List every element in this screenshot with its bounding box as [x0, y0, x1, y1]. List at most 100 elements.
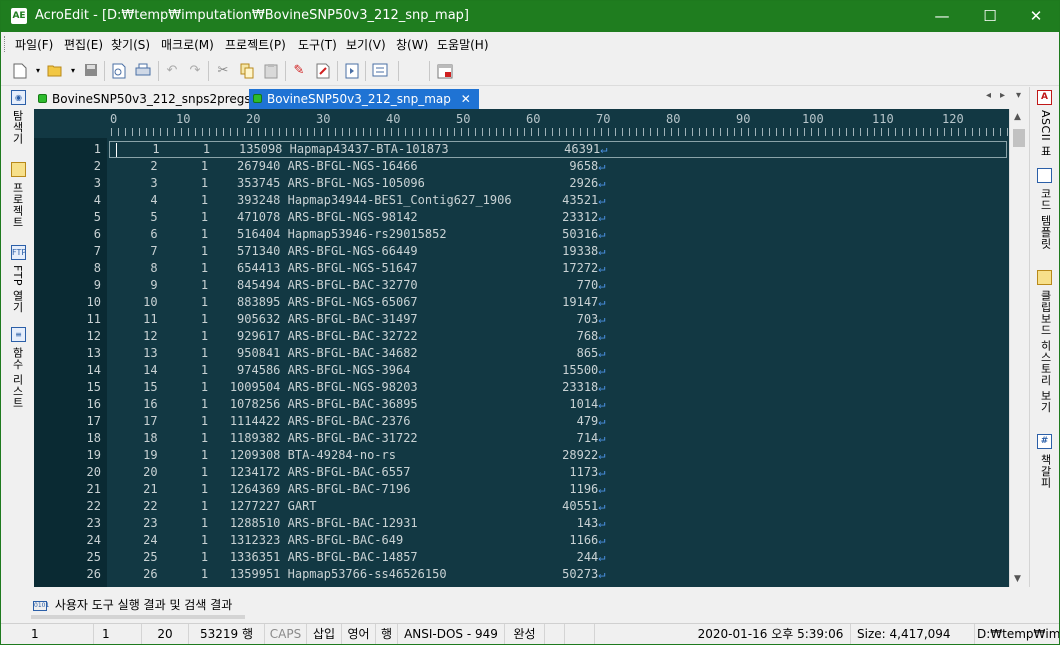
tab-snp-map[interactable]: BovineSNP50v3_212_snp_map ✕	[249, 89, 479, 109]
minimize-button[interactable]: —	[919, 1, 965, 32]
line-end-icon: ↵	[598, 380, 606, 394]
text-line[interactable]: 18 1 1189382 ARS-BFGL-BAC-31722 714↵	[107, 430, 1009, 447]
text-line[interactable]: 16 1 1078256 ARS-BFGL-BAC-36895 1014↵	[107, 396, 1009, 413]
scroll-down-icon[interactable]: ▼	[1014, 574, 1021, 584]
close-tab-icon[interactable]: ✕	[461, 89, 471, 109]
paste-icon[interactable]	[263, 63, 279, 79]
menu-file[interactable]: 파일(F)	[15, 36, 53, 53]
text-line[interactable]: 6 1 516404 Hapmap53946-rs29015852 50316↵	[107, 226, 1009, 243]
dropdown-icon[interactable]: ▾	[30, 63, 46, 79]
text-line[interactable]: 7 1 571340 ARS-BFGL-NGS-66449 19338↵	[107, 243, 1009, 260]
text-line[interactable]: 11 1 905632 ARS-BFGL-BAC-31497 703↵	[107, 311, 1009, 328]
right-side-panel: A ASCII 표 코드 템플릿 클립보드 히스토리 보기 # 책갈피	[1029, 87, 1059, 621]
undo-icon[interactable]: ↶	[164, 63, 180, 79]
text-line[interactable]: 12 1 929617 ARS-BFGL-BAC-32722 768↵	[107, 328, 1009, 345]
tab-label: BovineSNP50v3_212_snps2pregs	[52, 92, 251, 106]
status-position: 20	[142, 624, 189, 644]
toolbar-separator	[365, 61, 366, 81]
scroll-up-icon[interactable]: ▲	[1014, 112, 1021, 122]
title-bar[interactable]: AE AcroEdit - [D:₩temp₩imputation₩Bovine…	[1, 1, 1059, 32]
text-line[interactable]: 15 1 1009504 ARS-BFGL-NGS-98203 23318↵	[107, 379, 1009, 396]
output-tab[interactable]: 0101 사용자 도구 실행 결과 및 검색 결과	[33, 596, 232, 613]
text-line[interactable]: 3 1 353745 ARS-BFGL-NGS-105096 2926↵	[107, 175, 1009, 192]
line-end-icon: ↵	[598, 261, 606, 275]
maximize-button[interactable]: ☐	[967, 1, 1013, 32]
tab-prev-icon[interactable]: ◂	[986, 90, 991, 101]
menu-tools[interactable]: 도구(T)	[298, 36, 337, 53]
text-line[interactable]: 17 1 1114422 ARS-BFGL-BAC-2376 479↵	[107, 413, 1009, 430]
status-mode[interactable]: 행	[376, 624, 398, 644]
text-line[interactable]: 8 1 654413 ARS-BFGL-NGS-51647 17272↵	[107, 260, 1009, 277]
status-state: 완성	[505, 624, 545, 644]
text-line[interactable]: 26 1 1359951 Hapmap53766-ss46526150 5027…	[107, 566, 1009, 583]
vertical-scrollbar[interactable]: ▲ ▼	[1009, 109, 1027, 587]
status-blank	[545, 624, 565, 644]
open-folder-icon[interactable]	[47, 63, 63, 79]
tab-label: BovineSNP50v3_212_snp_map	[267, 92, 451, 106]
toolbar-separator	[337, 61, 338, 81]
line-end-icon: ↵	[598, 533, 606, 547]
text-line[interactable]: 10 1 883895 ARS-BFGL-NGS-65067 19147↵	[107, 294, 1009, 311]
calendar-icon[interactable]	[437, 63, 453, 79]
text-line[interactable]: 23 1 1288510 ARS-BFGL-BAC-12931 143↵	[107, 515, 1009, 532]
text-line[interactable]: 20 1 1234172 ARS-BFGL-BAC-6557 1173↵	[107, 464, 1009, 481]
text-line[interactable]: 14 1 974586 ARS-BFGL-NGS-3964 15500↵	[107, 362, 1009, 379]
highlight-icon[interactable]: ✎	[291, 63, 307, 79]
bookmark-icon: #	[1037, 434, 1052, 449]
text-line[interactable]: 4 1 393248 Hapmap34944-BES1_Contig627_19…	[107, 192, 1009, 209]
side-tab-explorer[interactable]: ◉ 탐색기	[9, 90, 29, 160]
ruler-ticks	[111, 128, 1009, 136]
print-icon[interactable]	[135, 63, 151, 79]
menu-macro[interactable]: 매크로(M)	[161, 36, 214, 53]
text-line[interactable]: 19 1 1209308 BTA-49284-no-rs 28922↵	[107, 447, 1009, 464]
menu-find[interactable]: 찾기(S)	[111, 36, 150, 53]
line-number: 10	[86, 295, 101, 309]
copy-icon[interactable]	[239, 63, 255, 79]
text-area[interactable]: 1 1 135098 Hapmap43437-BTA-101873 46391↵…	[107, 138, 1009, 587]
side-tab-project[interactable]: 프로젝트	[9, 162, 29, 242]
toggle-icon[interactable]	[372, 63, 388, 79]
menu-help[interactable]: 도움말(H)	[437, 36, 489, 53]
text-line[interactable]: 25 1 1336351 ARS-BFGL-BAC-14857 244↵	[107, 549, 1009, 566]
status-insert[interactable]: 삽입	[307, 624, 342, 644]
side-tab-bookmarks[interactable]: # 책갈피	[1036, 434, 1056, 494]
side-tab-code-template[interactable]: 코드 템플릿	[1036, 168, 1056, 258]
menu-view[interactable]: 보기(V)	[346, 36, 386, 53]
menu-project[interactable]: 프로젝트(P)	[225, 36, 286, 53]
tab-list-icon[interactable]: ▾	[1016, 90, 1021, 101]
text-line[interactable]: 1 1 135098 Hapmap43437-BTA-101873 46391↵	[109, 141, 1007, 158]
new-file-icon[interactable]	[12, 63, 28, 79]
print-preview-icon[interactable]	[111, 63, 127, 79]
close-button[interactable]: ✕	[1013, 1, 1059, 32]
side-tab-ascii[interactable]: A ASCII 표	[1036, 90, 1056, 160]
clear-format-icon[interactable]	[315, 63, 331, 79]
scrollbar-thumb[interactable]	[1013, 129, 1025, 147]
text-line[interactable]: 13 1 950841 ARS-BFGL-BAC-34682 865↵	[107, 345, 1009, 362]
line-end-icon: ↵	[598, 244, 606, 258]
text-line[interactable]: 9 1 845494 ARS-BFGL-BAC-32770 770↵	[107, 277, 1009, 294]
menu-edit[interactable]: 편집(E)	[64, 36, 103, 53]
text-line[interactable]: 24 1 1312323 ARS-BFGL-BAC-649 1166↵	[107, 532, 1009, 549]
save-icon[interactable]	[83, 63, 99, 79]
text-line[interactable]: 2 1 267940 ARS-BFGL-NGS-16466 9658↵	[107, 158, 1009, 175]
bookmark-icon[interactable]	[344, 63, 360, 79]
status-encoding[interactable]: ANSI-DOS - 949	[398, 624, 505, 644]
text-line[interactable]: 5 1 471078 ARS-BFGL-NGS-98142 23312↵	[107, 209, 1009, 226]
line-number: 24	[86, 533, 101, 547]
redo-icon[interactable]: ↷	[187, 63, 203, 79]
side-tab-clipboard-history[interactable]: 클립보드 히스토리 보기	[1036, 270, 1056, 430]
side-tab-ftp[interactable]: FTP FTP 열기	[9, 245, 29, 320]
text-line[interactable]: 21 1 1264369 ARS-BFGL-BAC-7196 1196↵	[107, 481, 1009, 498]
dropdown-icon[interactable]: ▾	[65, 63, 81, 79]
menu-window[interactable]: 창(W)	[396, 36, 428, 53]
text-line[interactable]: 22 1 1277227 GART 40551↵	[107, 498, 1009, 515]
cut-icon[interactable]: ✂	[215, 63, 231, 79]
line-end-icon: ↵	[598, 159, 606, 173]
tab-snps2pregs[interactable]: BovineSNP50v3_212_snps2pregs	[34, 89, 259, 109]
line-end-icon: ↵	[598, 567, 606, 581]
tab-next-icon[interactable]: ▸	[1000, 90, 1005, 101]
side-tab-function-list[interactable]: ≡ 함수 리스트	[9, 327, 29, 422]
clipboard-icon	[1037, 270, 1052, 285]
menu-bar: 파일(F) 편집(E) 찾기(S) 매크로(M) 프로젝트(P) 도구(T) 보…	[1, 32, 1059, 56]
line-end-icon: ↵	[598, 482, 606, 496]
